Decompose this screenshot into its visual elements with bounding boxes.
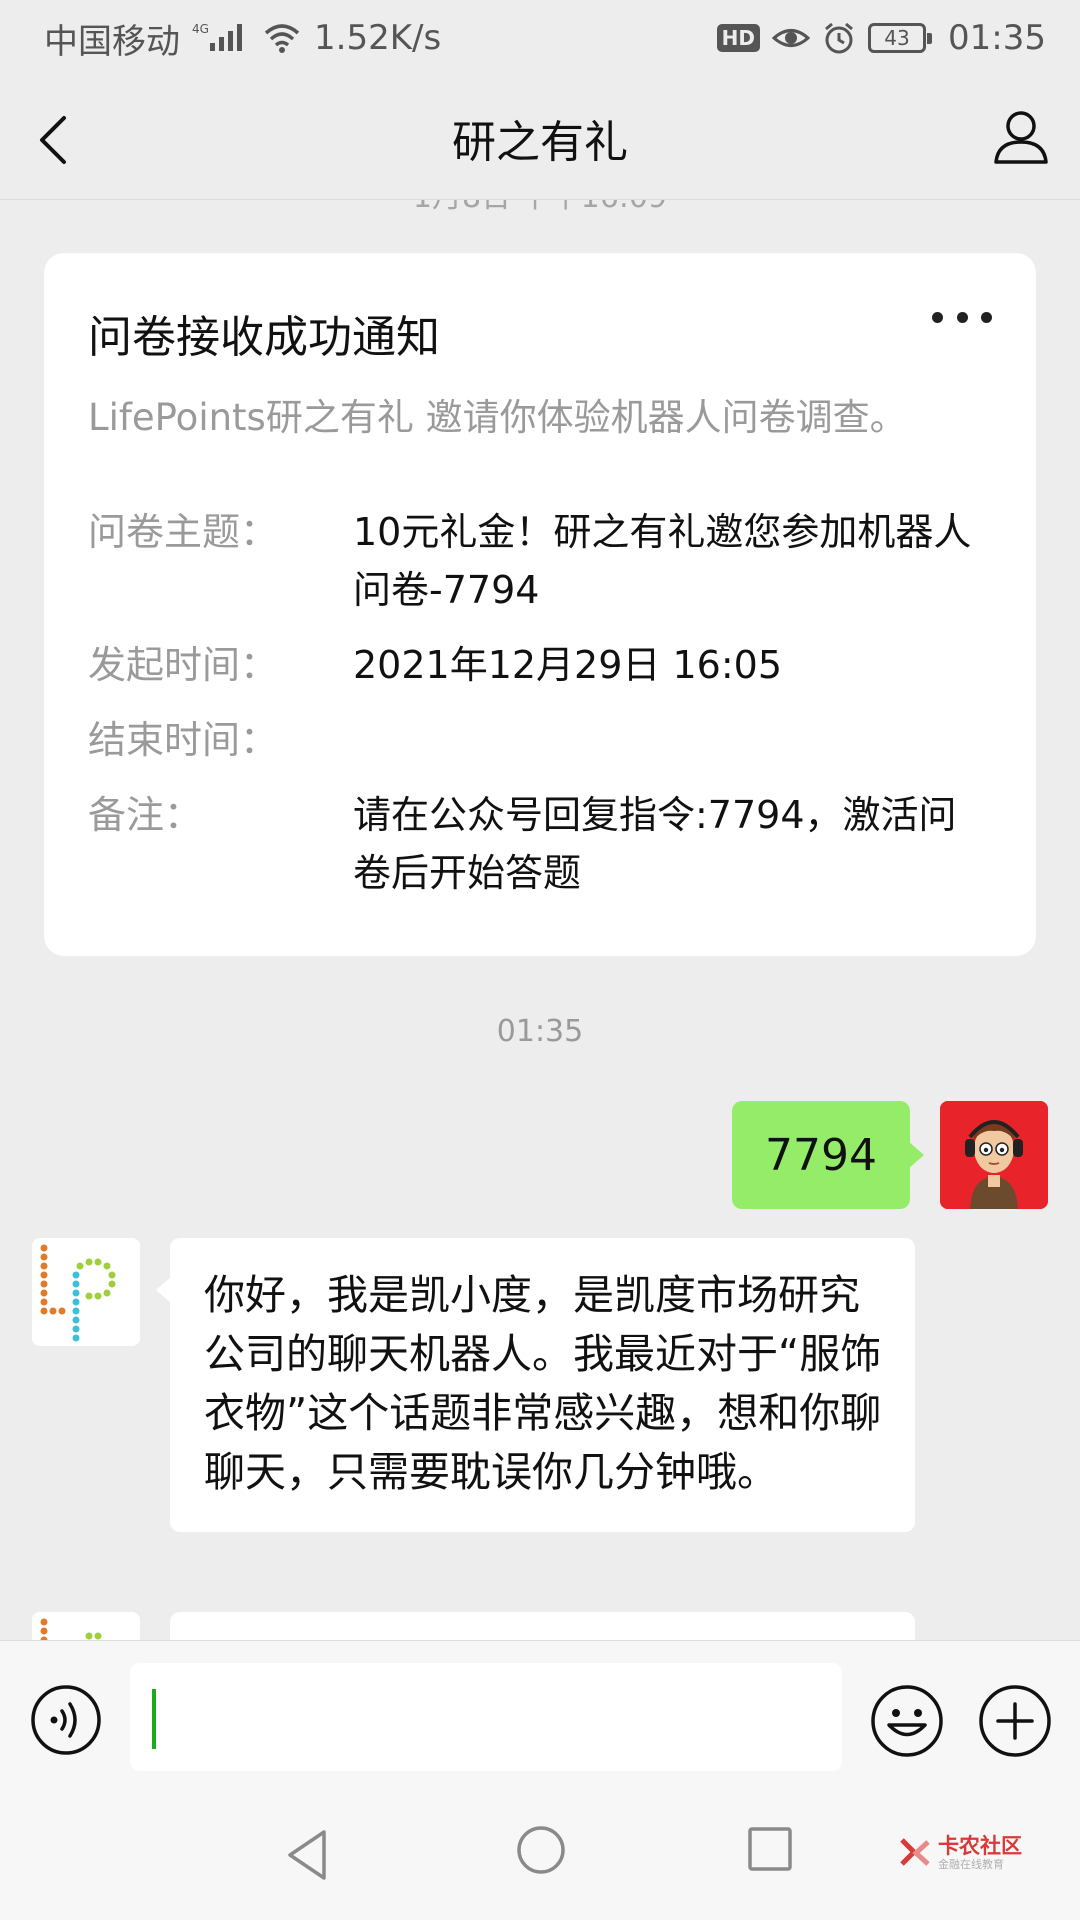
my-avatar[interactable] — [940, 1101, 1048, 1209]
outgoing-message: 7794 — [732, 1101, 1048, 1209]
field-label: 问卷主题： — [88, 510, 279, 554]
card-field-start-time: 发起时间： 2021年12月29日 16:05 — [88, 636, 992, 694]
watermark-sub: 金融在线教育 — [938, 1858, 1004, 1871]
system-navigation-bar: 卡农社区 金融在线教育 — [0, 1790, 1080, 1920]
system-home-button[interactable] — [515, 1824, 567, 1876]
alarm-icon — [822, 21, 856, 55]
lifepoints-logo-icon — [32, 1238, 140, 1346]
card-fields: 问卷主题： 10元礼金！研之有礼邀您参加机器人问卷-7794 发起时间： 202… — [88, 503, 992, 902]
watermark-main: 卡农社区 — [938, 1834, 1022, 1858]
clock-time: 01:35 — [948, 18, 1046, 58]
carrier-name: 中国移动 — [44, 21, 180, 62]
message-input-bar — [0, 1640, 1080, 1790]
square-recent-icon — [748, 1827, 792, 1871]
incoming-bubble-partial[interactable] — [170, 1612, 915, 1640]
message-text-input[interactable] — [130, 1663, 842, 1771]
time-separator: 01:35 — [496, 1014, 584, 1049]
voice-icon — [31, 1685, 101, 1755]
circle-home-icon — [517, 1826, 565, 1874]
svg-text:4G: 4G — [192, 22, 209, 36]
voice-input-button[interactable] — [30, 1684, 102, 1756]
network-speed: 1.52K/s — [314, 18, 442, 58]
kanong-logo-icon — [900, 1838, 930, 1866]
field-value: 请在公众号回复指令:7794，激活问卷后开始答题 — [353, 793, 957, 895]
incoming-bubble[interactable]: 你好，我是凯小度，是凯度市场研究公司的聊天机器人。我最近对于“服饰衣物”这个话题… — [156, 1238, 915, 1532]
outgoing-bubble[interactable]: 7794 — [732, 1101, 924, 1209]
status-left: 中国移动 4G 1.52K/s — [44, 14, 441, 63]
chevron-left-icon — [40, 116, 66, 164]
official-account-avatar[interactable] — [32, 1238, 140, 1346]
hd-badge: HD — [716, 24, 761, 52]
text-cursor — [152, 1689, 156, 1749]
more-dot-icon — [956, 311, 968, 323]
more-options-button[interactable] — [932, 297, 992, 337]
nav-bar: 研之有礼 — [0, 76, 1080, 200]
triangle-back-icon — [288, 1830, 326, 1880]
card-field-topic: 问卷主题： 10元礼金！研之有礼邀您参加机器人问卷-7794 — [88, 503, 992, 619]
incoming-message-partial — [32, 1612, 915, 1640]
card-field-end-time: 结束时间： — [88, 711, 992, 769]
field-value — [353, 711, 992, 769]
emoji-button[interactable] — [870, 1684, 944, 1758]
plus-icon — [979, 1685, 1051, 1757]
wechat-chat-screen: 中国移动 4G 1.52K/s HD 43 01:35 研之有礼 问卷接收成功通… — [0, 0, 1080, 1920]
field-label: 备注： — [88, 793, 203, 837]
chat-info-button[interactable] — [988, 106, 1054, 170]
field-value: 2021年12月29日 16:05 — [353, 643, 783, 687]
emoji-icon — [871, 1685, 943, 1757]
chat-message-list[interactable]: 1月8日 下午16:09 问卷接收成功通知 LifePoints研之有礼 邀请你… — [0, 200, 1080, 1640]
field-label: 发起时间： — [88, 643, 279, 687]
watermark: 卡农社区 金融在线教育 — [898, 1834, 1022, 1872]
status-right: HD 43 01:35 — [716, 18, 1046, 58]
page-title: 研之有礼 — [452, 116, 628, 168]
more-functions-button[interactable] — [978, 1684, 1052, 1758]
more-dot-icon — [981, 311, 992, 323]
battery-icon: 43 — [868, 23, 933, 53]
lifepoints-logo-icon — [32, 1612, 140, 1640]
field-label: 结束时间： — [88, 718, 279, 762]
notification-card[interactable]: 问卷接收成功通知 LifePoints研之有礼 邀请你体验机器人问卷调查。 问卷… — [44, 253, 1036, 956]
system-recent-apps-button[interactable] — [747, 1826, 793, 1872]
system-back-button[interactable] — [282, 1824, 336, 1886]
field-value: 10元礼金！研之有礼邀您参加机器人问卷-7794 — [353, 510, 972, 612]
signal-icon: 4G — [192, 21, 250, 55]
card-field-note: 备注： 请在公众号回复指令:7794，激活问卷后开始答题 — [88, 786, 992, 902]
message-timestamp: 1月8日 下午16:09 — [0, 200, 1080, 216]
watermark-text: 卡农社区 金融在线教育 — [938, 1834, 1022, 1872]
wifi-icon — [262, 21, 302, 55]
incoming-message: 你好，我是凯小度，是凯度市场研究公司的聊天机器人。我最近对于“服饰衣物”这个话题… — [32, 1238, 915, 1532]
eye-comfort-icon — [772, 23, 811, 53]
cartoon-avatar-icon — [940, 1101, 1048, 1209]
back-button[interactable] — [28, 106, 88, 170]
card-description: LifePoints研之有礼 邀请你体验机器人问卷调查。 — [88, 396, 907, 439]
person-icon — [994, 111, 1048, 164]
more-dot-icon — [932, 311, 943, 323]
card-title: 问卷接收成功通知 — [88, 312, 440, 363]
official-account-avatar[interactable] — [32, 1612, 140, 1640]
status-bar: 中国移动 4G 1.52K/s HD 43 01:35 — [0, 0, 1080, 76]
